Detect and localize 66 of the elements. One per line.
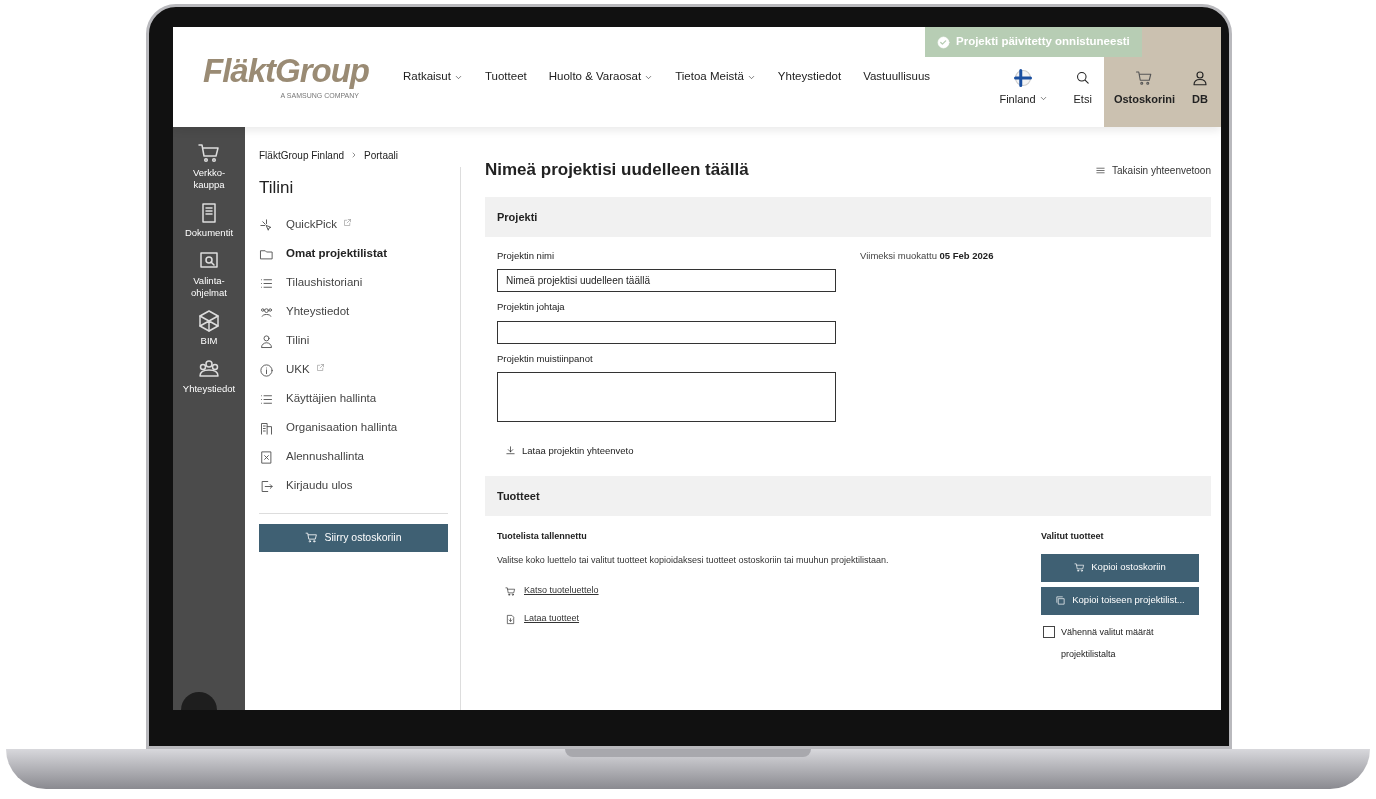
rail-item[interactable]: Dokumentit [174, 201, 244, 239]
cart-button[interactable]: Ostoskorini [1103, 68, 1185, 127]
text-link[interactable]: Lataa tuotteet [505, 605, 1041, 633]
cube-icon [197, 309, 221, 333]
rail-item[interactable]: Verkko-kauppa [174, 141, 244, 191]
nav-link[interactable]: Yhteystiedot [777, 68, 842, 86]
sidebar-item[interactable]: Yhteystiedot [259, 297, 448, 327]
info-icon [259, 362, 274, 378]
section-header: Tuotteet [485, 476, 1211, 516]
section-subtitle: Valitut tuotteet [1041, 530, 1105, 543]
rail-item[interactable]: BIM [174, 309, 244, 347]
text-link[interactable]: Katso tuoteluettelo [505, 577, 1041, 605]
user-icon [259, 333, 274, 349]
user-icon [1191, 68, 1209, 87]
back-link[interactable]: Takaisin yhteenvetoon [1095, 162, 1211, 178]
copy-button[interactable]: Kopioi toiseen projektilist... [1041, 586, 1199, 615]
building-icon [259, 420, 274, 436]
sidebar-item[interactable]: Tilaushistoriani [259, 268, 448, 298]
cart-icon [1074, 562, 1086, 573]
success-toast: Projekti päivitetty onnistuneesti [925, 27, 1142, 57]
receipt-icon [259, 449, 274, 465]
nav-link[interactable]: Vastuullisuus [863, 68, 931, 86]
nav-link[interactable]: Ratkaisut [403, 68, 463, 86]
download-link[interactable]: Lataa projektin yhteenveto [505, 443, 848, 458]
nav-link[interactable]: Huolto & Varaosat [548, 68, 654, 86]
description-text: Valitse koko luettelo tai valitut tuotteet kopioidaksesi tuotteet ostoskoriin tai muuhun projektilistaan. [497, 553, 890, 567]
sidebar-item[interactable]: Organisaation hallinta [259, 413, 448, 443]
download-icon [505, 445, 516, 457]
text-field[interactable]: Nimeä projektisi uudelleen täällä [497, 269, 836, 293]
cart-icon [197, 141, 221, 165]
last-modified-text: Viimeksi muokattu 05 Feb 2026 [859, 249, 994, 263]
field-label: Projektin nimi [497, 249, 556, 263]
cart-icon [305, 531, 319, 544]
field-label: Projektin johtaja [497, 300, 566, 315]
user-button[interactable]: DB [1185, 68, 1215, 127]
checkbox[interactable] [1043, 625, 1055, 638]
section-subtitle: Tuotelista tallennettu [497, 530, 588, 543]
sidebar-item[interactable]: QuickPick [259, 210, 448, 240]
breadcrumb-link[interactable]: Portaali [364, 147, 398, 163]
sidebar-item[interactable]: Käyttäjien hallinta [259, 384, 448, 414]
checkbox-label: Vähennä valitut määrät projektilistalta [1061, 625, 1155, 661]
sidebar-item[interactable]: Alennushallinta [259, 442, 448, 472]
cart-button[interactable]: Siirry ostoskoriin [259, 523, 448, 552]
notes-field[interactable] [497, 371, 836, 422]
copy-icon [1055, 595, 1067, 606]
sidebar-item[interactable]: Tilini [259, 326, 448, 356]
rail-item[interactable]: Yhteystiedot [174, 357, 244, 395]
sidebar-item[interactable]: Kirjaudu ulos [259, 471, 448, 501]
cart-icon [505, 585, 516, 597]
rail-item[interactable]: Valinta-ohjelmat [174, 249, 244, 299]
sidebar-title: Tilini [259, 177, 295, 199]
check-circle-icon [937, 35, 950, 49]
sidebar-item[interactable]: UKK [259, 355, 448, 385]
nav-link[interactable]: Tuotteet [484, 68, 527, 86]
section-header: Projekti [485, 197, 1211, 237]
text-field[interactable] [497, 320, 836, 344]
copy-button[interactable]: Kopioi ostoskoriin [1041, 553, 1199, 582]
logout-icon [259, 478, 274, 494]
cart-icon [1135, 68, 1154, 87]
document-icon [505, 613, 516, 625]
breadcrumb-link[interactable]: FläktGroup Finland [259, 147, 345, 163]
field-label: Projektin muistiinpanot [497, 351, 594, 366]
flag-icon [1014, 68, 1033, 87]
nav-link[interactable]: Tietoa Meistä [675, 68, 756, 86]
page-title: Nimeä projektisi uudelleen täällä [485, 159, 749, 182]
sidebar-item[interactable]: Omat projektilistat [259, 239, 448, 269]
